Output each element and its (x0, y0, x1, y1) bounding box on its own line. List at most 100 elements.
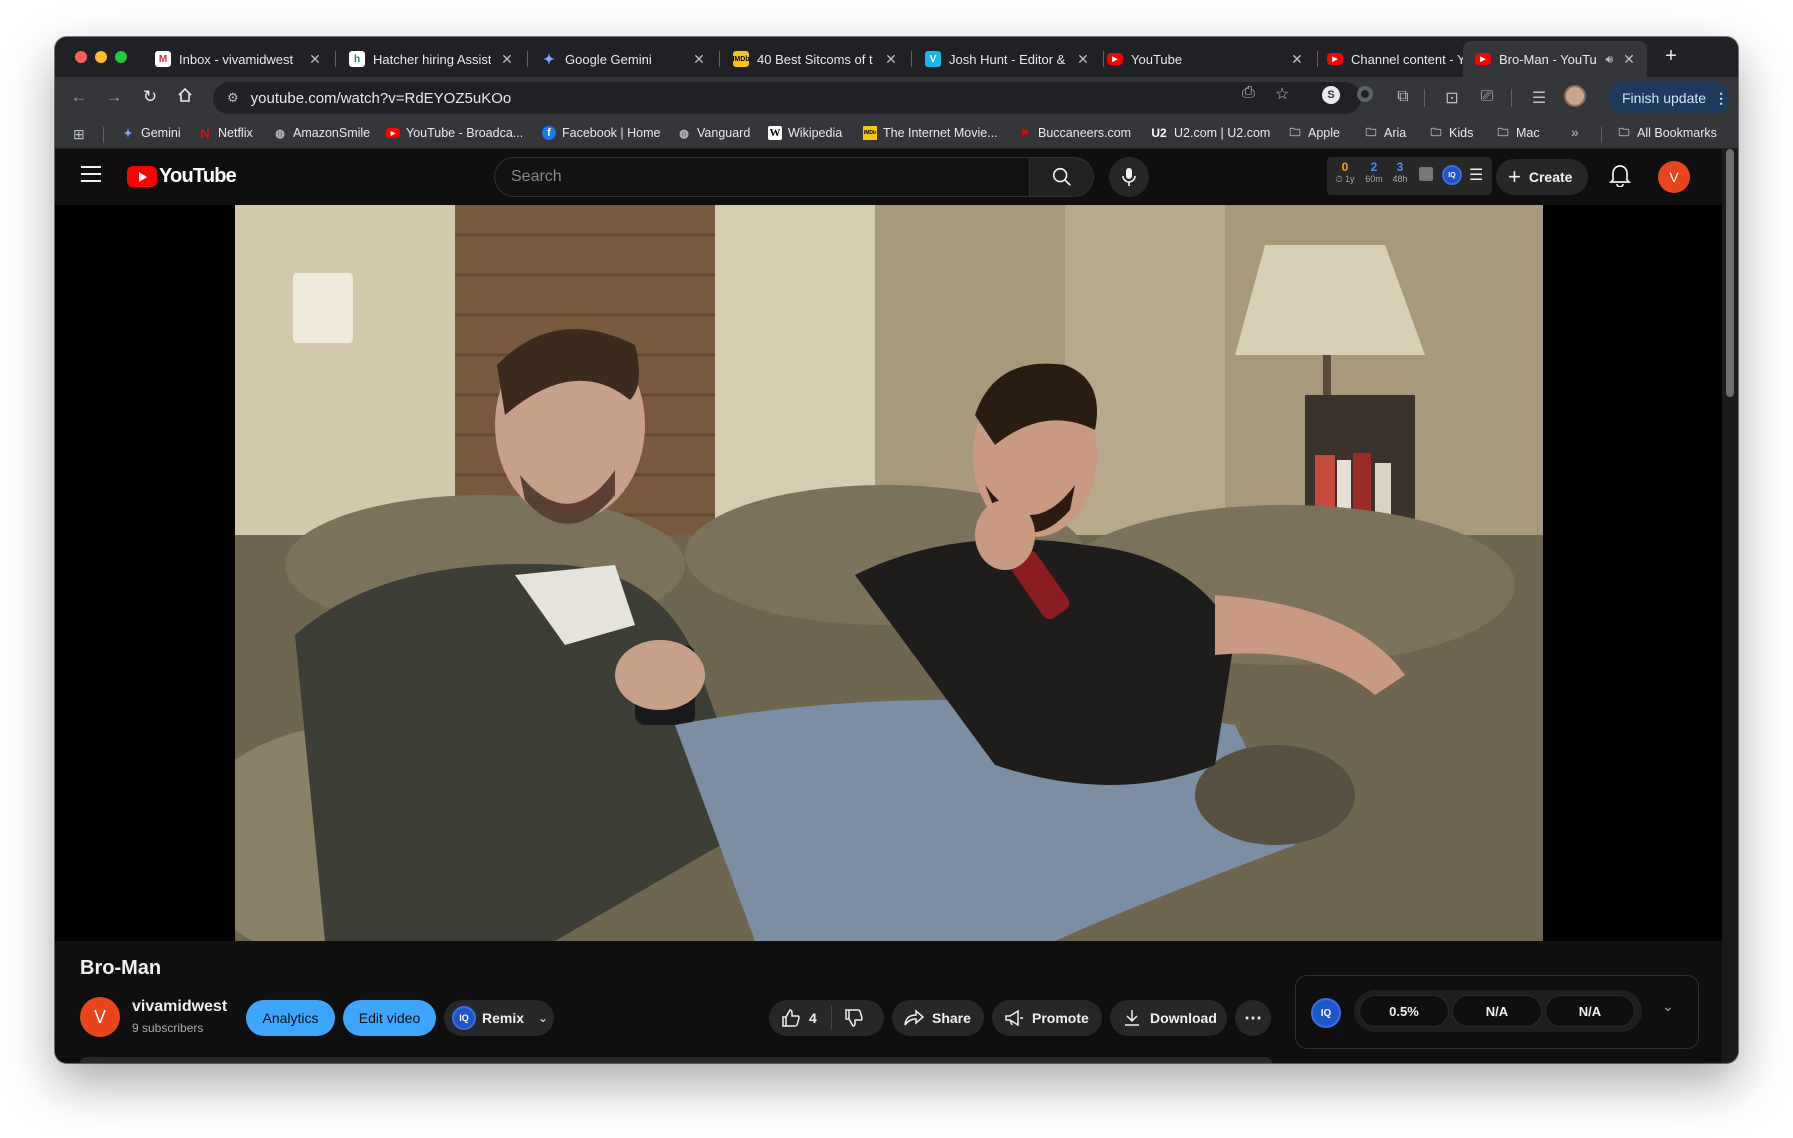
vimeo-icon: V (925, 51, 941, 67)
vidiq-icon[interactable]: IQ (1442, 165, 1462, 185)
reload-button[interactable]: ↻ (139, 87, 161, 107)
chevron-down-icon[interactable]: ⌄ (538, 1011, 548, 1025)
cast-icon[interactable]: ⎚ (1477, 88, 1497, 106)
tab-youtube[interactable]: ▶ YouTube ✕ (1095, 41, 1315, 77)
close-tab-icon[interactable]: ✕ (883, 51, 899, 68)
video-player[interactable] (55, 205, 1722, 941)
create-button[interactable]: + Create (1496, 159, 1588, 195)
install-app-icon[interactable]: ⎙ (1242, 84, 1255, 102)
vidiq-metric-pill[interactable]: N/A (1452, 995, 1542, 1027)
promote-button[interactable]: Promote (992, 1000, 1102, 1036)
youtube-icon: ▶ (386, 128, 400, 138)
close-tab-icon[interactable]: ✕ (691, 51, 707, 68)
bookmark-apple[interactable]: 🗀︎ Apple (1288, 126, 1340, 140)
channel-avatar[interactable]: V (80, 997, 120, 1037)
video-frame[interactable] (235, 205, 1543, 941)
extensions-puzzle-icon[interactable]: ⧉ (1393, 88, 1413, 106)
bookmark-facebook[interactable]: f Facebook | Home (542, 126, 660, 140)
tab-josh-hunt[interactable]: V Josh Hunt - Editor & ✕ (913, 41, 1101, 77)
all-bookmarks-button[interactable]: 🗀︎ All Bookmarks (1617, 126, 1717, 140)
new-tab-button[interactable]: + (1659, 45, 1683, 68)
tab-sitcoms[interactable]: IMDb 40 Best Sitcoms of t ✕ (721, 41, 909, 77)
like-dislike-group: 4 (769, 1000, 884, 1036)
bookmark-youtube-broadcast[interactable]: ▶ YouTube - Broadca... (386, 126, 523, 140)
notifications-bell-icon[interactable] (1608, 163, 1632, 192)
hatcher-icon: h (349, 51, 365, 67)
tab-hatcher[interactable]: h Hatcher hiring Assist ✕ (337, 41, 525, 77)
extension-s-icon[interactable]: S (1322, 86, 1342, 104)
tab-gemini[interactable]: ✦ Google Gemini ✕ (529, 41, 717, 77)
minimize-window-button[interactable] (95, 51, 107, 63)
youtube-studio-icon: ▶ (1327, 53, 1343, 65)
bar-chart-icon[interactable] (1419, 167, 1433, 181)
bookmark-amazonsmile[interactable]: ◍ AmazonSmile (273, 126, 370, 140)
site-info-icon[interactable]: ⚙︎ (227, 90, 239, 106)
finish-update-button[interactable]: Finish update ⋮ (1608, 82, 1730, 114)
bookmark-mac[interactable]: 🗀︎ Mac (1496, 126, 1540, 140)
channel-name[interactable]: vivamidwest (132, 998, 227, 1016)
bookmark-gemini[interactable]: ✦ Gemini (121, 126, 180, 140)
download-button[interactable]: Download (1110, 1000, 1227, 1036)
home-button[interactable] (174, 87, 196, 108)
speaker-icon[interactable]: 🔊︎ (1605, 52, 1613, 67)
close-tab-icon[interactable]: ✕ (1621, 51, 1637, 68)
voice-search-button[interactable] (1109, 157, 1149, 197)
menu-lines-icon[interactable]: ☰ (1469, 165, 1483, 185)
close-tab-icon[interactable]: ✕ (499, 51, 515, 68)
maximize-window-button[interactable] (115, 51, 127, 63)
description-box-edge (80, 1057, 1272, 1063)
youtube-icon: ▶ (1475, 53, 1491, 65)
chevron-down-icon[interactable]: ⌄ (1662, 998, 1674, 1015)
buccaneers-icon: ⚑ (1020, 127, 1030, 140)
remix-button[interactable]: IQ Remix ⌄ (444, 1000, 554, 1036)
account-avatar[interactable]: V (1658, 161, 1690, 193)
facebook-icon: f (542, 126, 556, 140)
tab-inbox[interactable]: M Inbox - vivamidwest ✕ (143, 41, 333, 77)
bookmark-buccaneers[interactable]: ⚑ Buccaneers.com (1018, 126, 1131, 140)
more-bookmarks-button[interactable]: » (1571, 124, 1579, 140)
page-scrollbar-thumb[interactable] (1726, 149, 1734, 397)
bookmark-imdb[interactable]: IMDb The Internet Movie... (863, 126, 998, 140)
close-tab-icon[interactable]: ✕ (1075, 51, 1091, 68)
address-bar[interactable]: ⚙︎ youtube.com/watch?v=RdEYOZ5uKOo (213, 82, 1361, 114)
share-button[interactable]: Share (892, 1000, 984, 1036)
bookmark-wikipedia[interactable]: W Wikipedia (768, 126, 842, 140)
profile-avatar[interactable] (1564, 85, 1586, 107)
bookmark-vanguard[interactable]: ◍ Vanguard (677, 126, 750, 140)
search-icon (1052, 167, 1071, 186)
menu-icon[interactable] (81, 166, 101, 187)
page-scrollbar-track[interactable] (1722, 149, 1738, 1063)
bookmark-netflix[interactable]: N Netflix (198, 126, 252, 141)
dislike-button[interactable] (832, 1008, 864, 1028)
youtube-page: YouTube 0⏱ 1y 260m 348h IQ ☰ +Create (55, 149, 1738, 1063)
tab-search-icon[interactable]: ⊡ (1442, 88, 1462, 108)
vidiq-metric-pill[interactable]: 0.5% (1359, 995, 1449, 1027)
close-window-button[interactable] (75, 51, 87, 63)
tab-bro-man[interactable]: ▶ Bro-Man - YouTu 🔊︎ ✕ (1463, 41, 1647, 77)
reading-list-icon[interactable]: ☰ (1529, 88, 1549, 108)
bookmark-aria[interactable]: 🗀︎ Aria (1364, 126, 1407, 140)
youtube-logo[interactable]: YouTube (127, 165, 237, 188)
more-actions-button[interactable]: ⋯ (1235, 1000, 1271, 1036)
forward-button[interactable]: → (103, 87, 125, 107)
extension-circle-icon[interactable] (1357, 86, 1377, 102)
bookmark-star-icon[interactable]: ☆ (1275, 84, 1289, 104)
bookmark-kids[interactable]: 🗀︎ Kids (1429, 126, 1474, 140)
edit-video-button[interactable]: Edit video (343, 1000, 436, 1036)
back-button[interactable]: ← (68, 87, 90, 107)
bookmarks-bar: ⊞ ✦ Gemini N Netflix ◍ AmazonSmile ▶ YouTube… (55, 119, 1738, 149)
close-tab-icon[interactable]: ✕ (307, 51, 323, 68)
vidiq-stats-widget[interactable]: 0 ⏱ 1y 2 60m 3 48h IQ ☰ (1327, 157, 1492, 195)
thumbs-up-icon (782, 1009, 800, 1027)
vidiq-metric-pill[interactable]: N/A (1545, 995, 1635, 1027)
bookmark-u2[interactable]: U2 U2.com | U2.com (1150, 126, 1270, 140)
vidiq-icon[interactable]: IQ (1311, 998, 1341, 1028)
plus-icon: + (1508, 164, 1521, 189)
apps-grid-icon[interactable]: ⊞ (73, 126, 85, 143)
search-field[interactable] (494, 157, 1030, 197)
analytics-button[interactable]: Analytics (246, 1000, 335, 1036)
like-button[interactable]: 4 (769, 1008, 817, 1028)
globe-icon: ◍ (679, 127, 689, 140)
search-button[interactable] (1030, 157, 1094, 197)
search-input[interactable] (511, 168, 1029, 186)
